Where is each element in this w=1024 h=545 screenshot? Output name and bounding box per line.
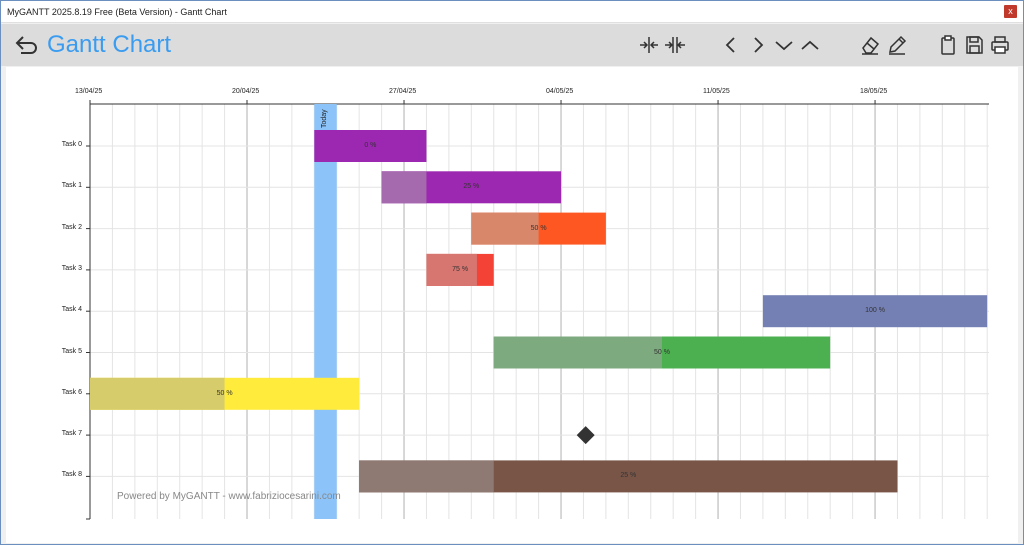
- window-title: MyGANTT 2025.8.19 Free (Beta Version) - …: [7, 6, 227, 17]
- save-icon[interactable]: [962, 33, 986, 57]
- today-label: Today: [321, 109, 329, 128]
- expand-horizontal-icon[interactable]: [637, 33, 661, 57]
- task-progress-label: 50 %: [530, 224, 547, 232]
- date-label: 27/04/25: [389, 88, 417, 95]
- task-progress-label: 75 %: [452, 265, 469, 273]
- task-label: Task 5: [61, 347, 82, 355]
- toolbar: Gantt Chart: [1, 24, 1023, 66]
- date-label: 18/05/25: [860, 88, 888, 95]
- chevron-right-icon[interactable]: [746, 33, 770, 57]
- chevron-left-icon[interactable]: [719, 33, 743, 57]
- task-label: Task 8: [61, 471, 82, 479]
- date-label: 04/05/25: [546, 88, 574, 95]
- page-title: Gantt Chart: [47, 31, 172, 58]
- task-progress-label: 50 %: [653, 348, 670, 356]
- task-label: Task 3: [61, 264, 82, 272]
- eraser-icon[interactable]: [858, 33, 882, 57]
- date-label: 11/05/25: [703, 88, 730, 95]
- date-label: 13/04/25: [75, 88, 103, 95]
- task-label: Task 6: [61, 388, 82, 396]
- task-label: Task 2: [61, 223, 82, 231]
- task-progress-label: 100 %: [865, 307, 885, 315]
- task-label: Task 0: [61, 141, 82, 148]
- task-label: Task 1: [61, 182, 82, 190]
- task-progress-label: 50 %: [216, 389, 233, 397]
- gantt-chart-area: 13/04/25 20/04/25 27/04/25 04/05/25 11/05/25…: [6, 67, 1018, 543]
- title-bar: MyGANTT 2025.8.19 Free (Beta Version) - …: [1, 1, 1023, 23]
- close-button[interactable]: x: [1004, 5, 1017, 18]
- date-label: 20/04/25: [232, 88, 260, 95]
- watermark: Powered by MyGANTT - www.fabriziocesarin…: [117, 491, 341, 502]
- chevron-up-icon[interactable]: [798, 33, 822, 57]
- clipboard-icon[interactable]: [936, 33, 960, 57]
- collapse-horizontal-icon[interactable]: [663, 33, 687, 57]
- task-label: Task 4: [61, 306, 82, 314]
- back-arrow-icon[interactable]: [15, 34, 39, 56]
- app-window: MyGANTT 2025.8.19 Free (Beta Version) - …: [0, 0, 1024, 545]
- pencil-icon[interactable]: [885, 33, 909, 57]
- print-icon[interactable]: [988, 33, 1012, 57]
- chevron-down-icon[interactable]: [772, 33, 796, 57]
- task-progress-label: 25 %: [463, 183, 480, 191]
- task-progress-label: 0 %: [364, 142, 377, 149]
- task-progress-label: 25 %: [620, 472, 637, 480]
- task-label: Task 7: [61, 430, 82, 438]
